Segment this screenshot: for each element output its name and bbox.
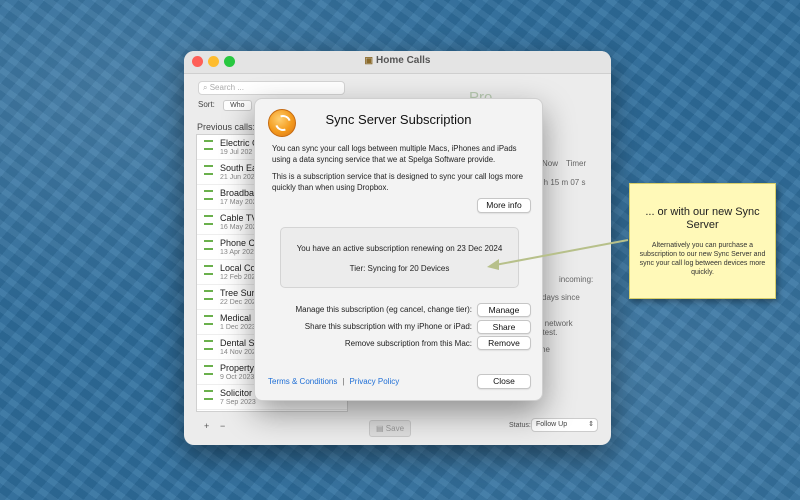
call-note-icon xyxy=(204,290,213,300)
document-icon: ▣ xyxy=(364,55,374,65)
search-input[interactable]: ⌕ Search ... xyxy=(198,81,345,95)
status-label: Status: xyxy=(509,422,531,429)
status-select[interactable]: Follow Up ⇕ xyxy=(531,418,598,432)
call-note-icon xyxy=(204,340,213,350)
notes-fragment-2: n network xyxy=(538,319,573,328)
callout-title: ... or with our new Sync Server xyxy=(645,206,760,231)
call-date: 17 May 202 xyxy=(220,199,257,206)
call-name: Solicitor xyxy=(220,388,253,398)
remove-call-button[interactable]: − xyxy=(220,421,225,431)
call-note-icon xyxy=(204,365,213,375)
call-name: Cable TV xyxy=(220,213,258,223)
call-note-icon xyxy=(204,390,213,400)
incoming-label: incoming: xyxy=(559,275,594,284)
search-icon: ⌕ xyxy=(203,83,208,92)
sort-row: Sort: Who xyxy=(198,100,252,111)
call-date: 14 Nov 202 xyxy=(220,349,256,356)
dialog-title: Sync Server Subscription xyxy=(325,112,472,127)
manage-button[interactable]: Manage xyxy=(477,303,531,317)
add-call-button[interactable]: + xyxy=(204,421,209,431)
share-button[interactable]: Share xyxy=(477,320,531,334)
call-date: 7 Sep 2023 xyxy=(220,399,256,406)
call-date: 12 Feb 202 xyxy=(220,274,256,281)
subscription-status-box: You have an active subscription renewing… xyxy=(280,227,519,288)
sync-subscription-dialog: Sync Server Subscription You can sync yo… xyxy=(254,98,543,401)
call-name: Property xyxy=(220,363,255,373)
more-info-button[interactable]: More info xyxy=(477,198,531,213)
terms-link[interactable]: Terms & Conditions xyxy=(268,377,337,386)
call-note-icon xyxy=(204,190,213,200)
duration-text: 0 h 15 m 07 s xyxy=(537,178,586,187)
search-placeholder: Search ... xyxy=(209,83,244,92)
save-icon: ▤ xyxy=(375,424,384,433)
call-name: Electric C xyxy=(220,138,259,148)
list-item[interactable]: Primary School Teacher xyxy=(197,410,347,411)
tier-text: Tier: Syncing for 20 Devices xyxy=(349,264,450,273)
close-button[interactable]: Close xyxy=(477,374,531,389)
call-note-icon xyxy=(204,215,213,225)
call-note-icon xyxy=(204,140,213,150)
window-title: ▣ Home Calls xyxy=(364,55,431,66)
title-bar: ▣ Home Calls xyxy=(184,51,611,74)
dialog-description-2: This is a subscription service that is d… xyxy=(272,172,523,192)
call-note-icon xyxy=(204,165,213,175)
active-subscription-text: You have an active subscription renewing… xyxy=(296,244,503,253)
timer-button[interactable]: Timer xyxy=(566,159,586,168)
call-date: 19 Jul 202 xyxy=(220,149,253,156)
callout-note: ... or with our new Sync Server Alternat… xyxy=(629,183,776,299)
now-button[interactable]: Now xyxy=(542,159,558,168)
privacy-link[interactable]: Privacy Policy xyxy=(349,377,399,386)
call-name: Broadbar xyxy=(220,188,258,198)
manage-label: Manage this subscription (eg cancel, cha… xyxy=(295,305,472,314)
remove-button[interactable]: Remove xyxy=(477,336,531,350)
sort-who-button[interactable]: Who xyxy=(223,100,252,111)
callout-body: Alternatively you can purchase a subscri… xyxy=(639,242,766,276)
call-note-icon xyxy=(204,240,213,250)
call-note-icon xyxy=(204,315,213,325)
link-separator: | xyxy=(342,377,345,386)
notes-fragment-1: days since xyxy=(542,293,580,302)
dialog-description-1: You can sync your call logs between mult… xyxy=(272,144,517,164)
call-date: 16 May 202 xyxy=(220,224,257,231)
save-button[interactable]: ▤ Save xyxy=(369,420,411,437)
call-date: 21 Jun 202 xyxy=(220,174,255,181)
previous-calls-label: Previous calls: xyxy=(197,122,256,132)
footer-links: Terms & Conditions | Privacy Policy xyxy=(268,377,399,386)
remove-label: Remove subscription from this Mac: xyxy=(344,339,472,348)
call-date: 13 Apr 202 xyxy=(220,249,254,256)
share-label: Share this subscription with my iPhone o… xyxy=(304,322,472,331)
sort-label: Sort: xyxy=(198,100,215,109)
call-note-icon xyxy=(204,265,213,275)
call-date: 9 Oct 2023 xyxy=(220,374,255,381)
chevron-updown-icon: ⇕ xyxy=(588,421,594,428)
